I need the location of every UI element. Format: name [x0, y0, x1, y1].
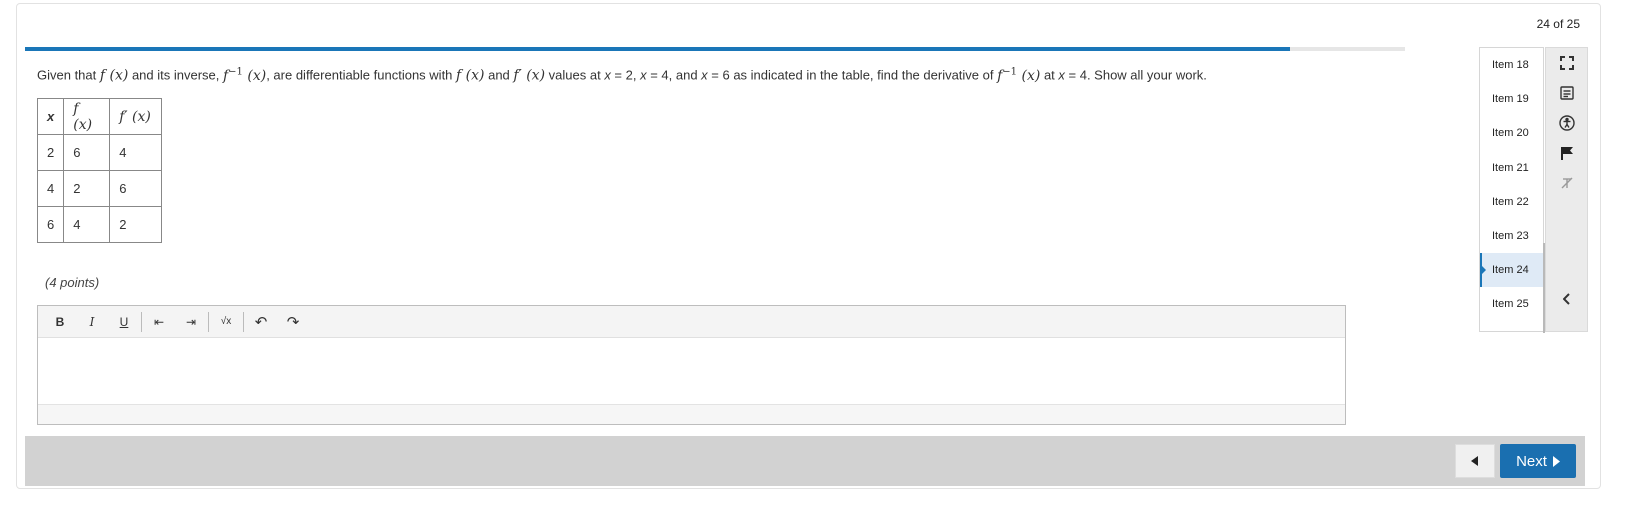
item-link[interactable]: Item 21 [1480, 151, 1543, 185]
toolbar-divider [141, 311, 142, 332]
item-link[interactable]: Item 18 [1480, 48, 1543, 82]
table-row: 2 6 4 [36, 134, 163, 171]
table-cell: 4 [109, 134, 163, 171]
accessibility-icon[interactable] [1546, 108, 1587, 138]
table-cell: 2 [63, 170, 111, 207]
toolbar-divider [243, 311, 244, 332]
editor-toolbar: B I U ⇤ ⇥ √x ↶ ↷ [38, 306, 1345, 338]
item-link[interactable]: Item 20 [1480, 116, 1543, 150]
previous-button[interactable] [1455, 444, 1495, 478]
values-table: x f (x) f′ (x) 2 6 4 4 2 6 6 4 2 [36, 98, 163, 243]
caret-right-icon [1552, 455, 1560, 467]
item-navigator: Item 18 Item 19 Item 20 Item 21 Item 22 … [1479, 47, 1545, 333]
table-header-f: f (x) [63, 98, 111, 135]
table-row: 4 2 6 [36, 170, 163, 207]
notes-icon[interactable] [1546, 78, 1587, 108]
equation-button[interactable]: √x [210, 310, 242, 334]
item-counter: 24 of 25 [1536, 17, 1580, 31]
toolbar-divider [208, 311, 209, 332]
points-label: (4 points) [45, 275, 100, 290]
table-cell: 4 [63, 206, 111, 243]
table-cell: 4 [36, 170, 65, 207]
outdent-button[interactable]: ⇤ [143, 310, 175, 334]
bold-button[interactable]: B [44, 310, 76, 334]
progress-bar [25, 47, 1405, 51]
undo-button[interactable]: ↶ [245, 310, 277, 334]
table-header-fprime: f′ (x) [109, 98, 163, 135]
italic-button[interactable]: I [76, 310, 108, 334]
caret-left-icon [1471, 456, 1478, 466]
item-link[interactable]: Item 22 [1480, 185, 1543, 219]
next-button[interactable]: Next [1500, 444, 1576, 478]
answer-input[interactable] [38, 338, 1345, 404]
table-cell: 2 [36, 134, 65, 171]
table-cell: 6 [109, 170, 163, 207]
progress-fill [25, 47, 1291, 51]
editor-status-bar [38, 404, 1345, 424]
collapse-chevron-icon[interactable] [1546, 284, 1587, 314]
table-cell: 2 [109, 206, 163, 243]
item-link[interactable]: Item 23 [1480, 219, 1543, 253]
strikethrough-icon[interactable] [1546, 168, 1587, 198]
tools-sidebar [1545, 47, 1588, 332]
underline-button[interactable]: U [108, 310, 140, 334]
table-header-x: x [36, 98, 65, 135]
next-button-label: Next [1516, 452, 1547, 470]
item-link-active[interactable]: Item 24 [1480, 253, 1543, 287]
indent-button[interactable]: ⇥ [175, 310, 207, 334]
table-cell: 6 [36, 206, 65, 243]
table-cell: 6 [63, 134, 111, 171]
item-link[interactable]: Item 19 [1480, 82, 1543, 116]
navigation-footer [25, 436, 1585, 486]
table-row: 6 4 2 [36, 206, 163, 243]
item-link[interactable]: Item 25 [1480, 287, 1543, 321]
flag-icon[interactable] [1546, 138, 1587, 168]
question-text: Given that f (x) and its inverse, f−1 (x… [37, 66, 1207, 84]
table-header-row: x f (x) f′ (x) [36, 98, 163, 135]
redo-button[interactable]: ↷ [277, 310, 309, 334]
fullscreen-icon[interactable] [1546, 48, 1587, 78]
answer-editor: B I U ⇤ ⇥ √x ↶ ↷ [37, 305, 1346, 425]
